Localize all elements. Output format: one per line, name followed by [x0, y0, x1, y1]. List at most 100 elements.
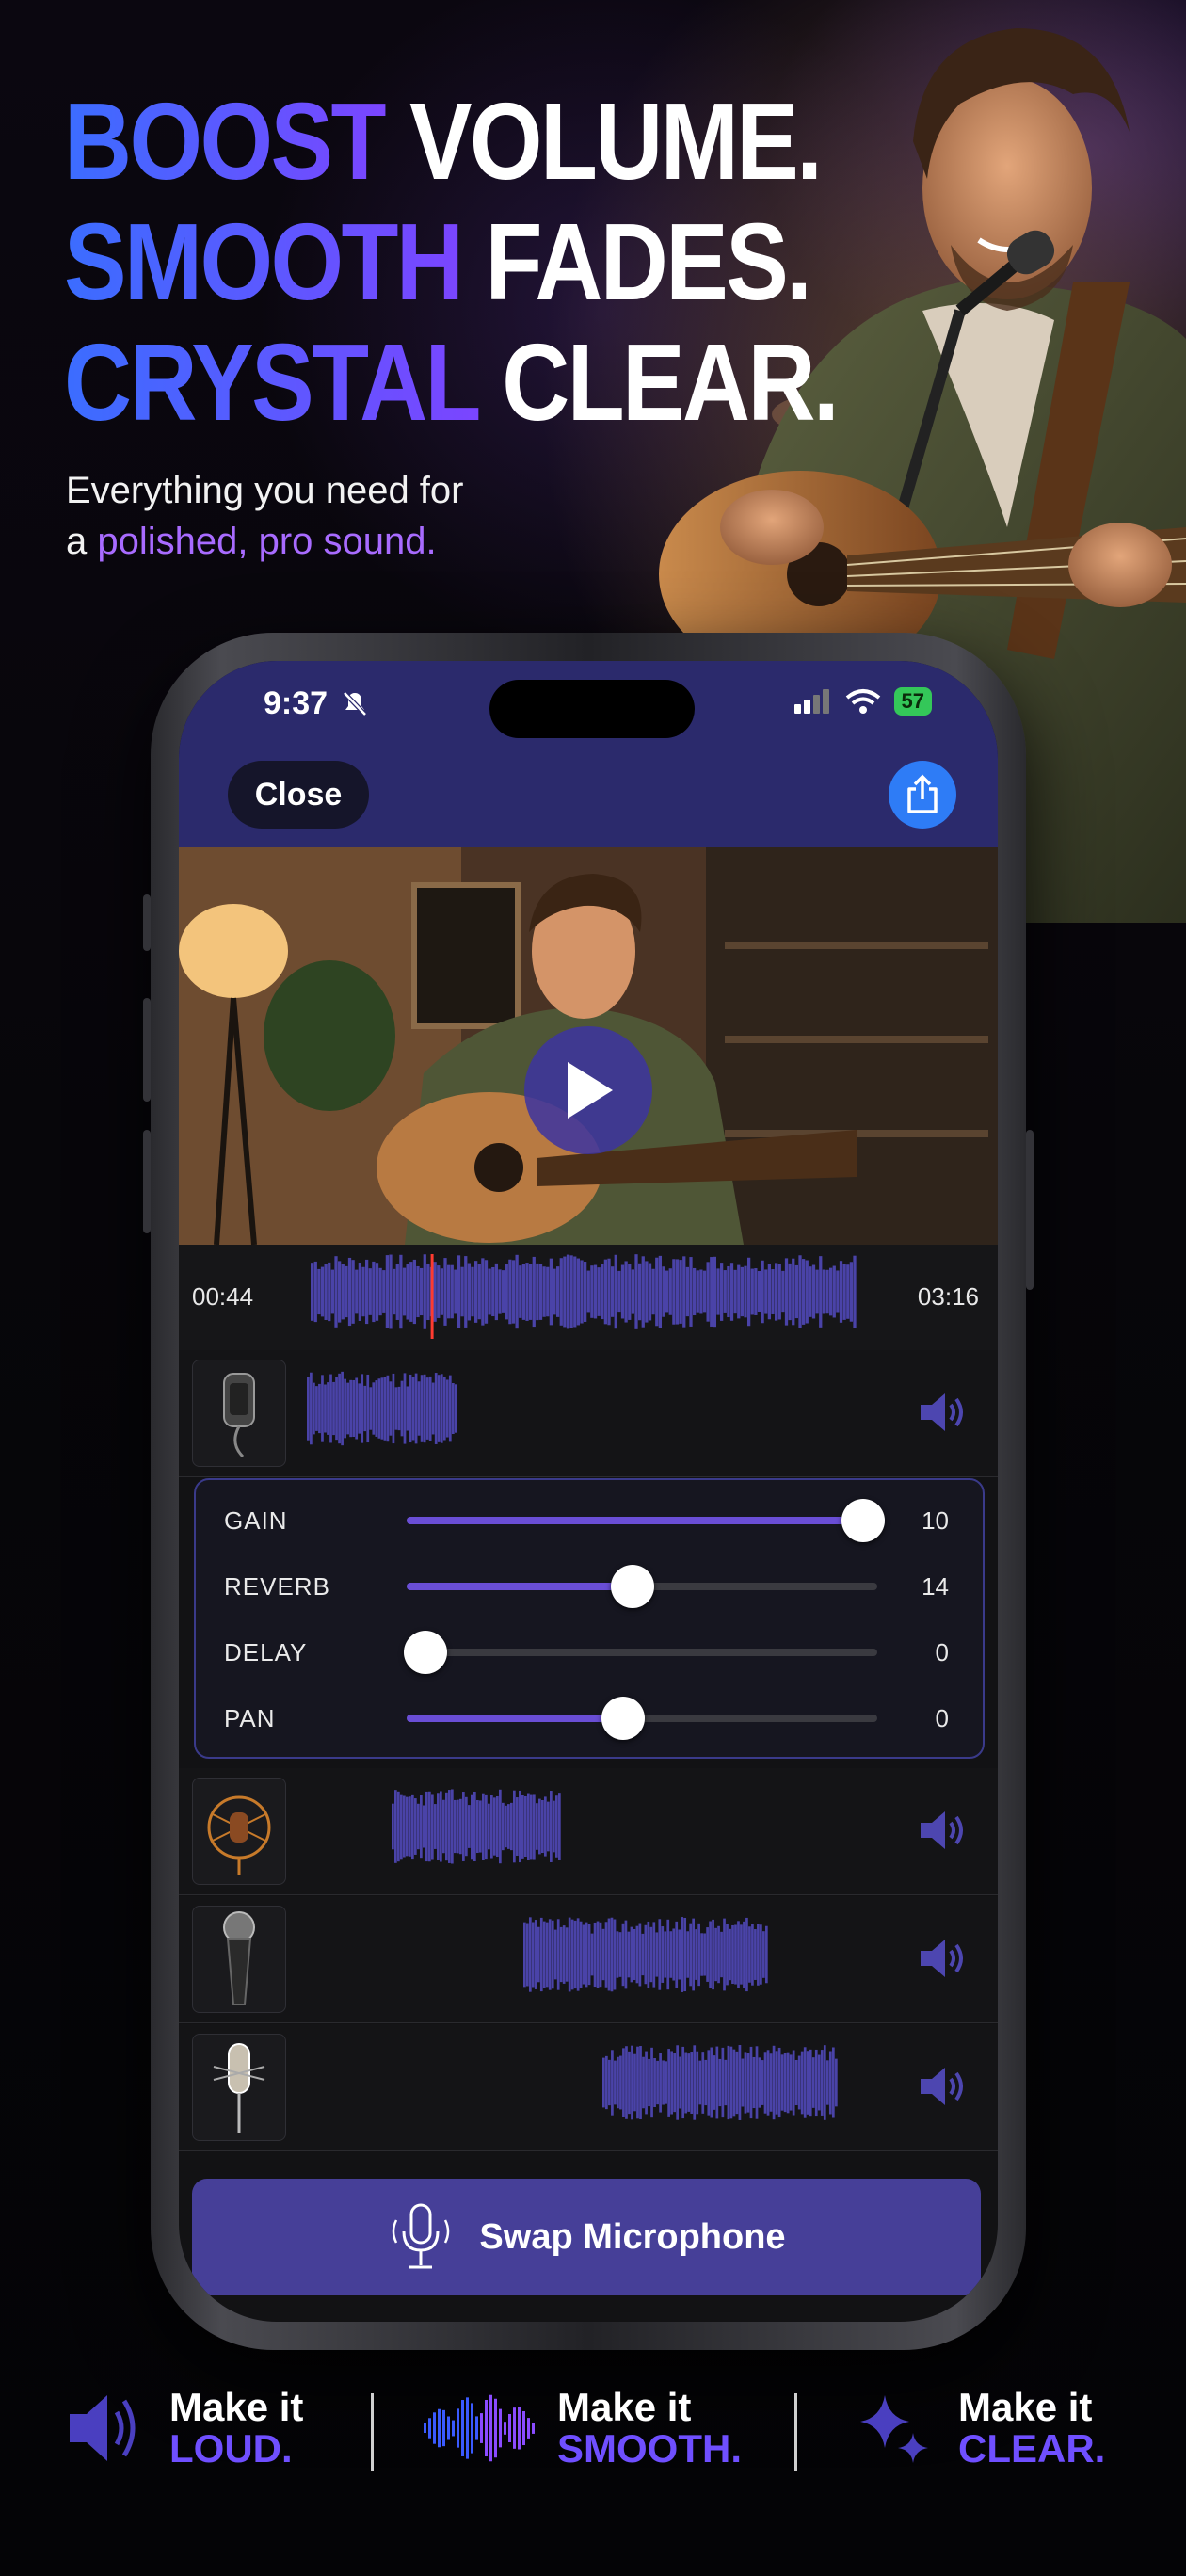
speaker-icon[interactable]	[917, 1392, 970, 1433]
phone-action-button	[143, 894, 151, 951]
pan-slider[interactable]	[407, 1697, 877, 1740]
track-waveform[interactable]	[523, 1917, 768, 2002]
play-icon	[568, 1062, 613, 1119]
battery-indicator: 57	[893, 687, 932, 716]
track-row-2[interactable]	[179, 1768, 998, 1895]
swap-microphone-label: Swap Microphone	[479, 2216, 786, 2257]
status-time: 9:37	[264, 685, 369, 722]
master-waveform[interactable]	[311, 1254, 857, 1339]
phone-power-button	[1026, 1130, 1034, 1290]
slider-knob[interactable]	[611, 1565, 654, 1608]
headline-accent-crystal: CRYSTAL	[64, 321, 481, 443]
handheld-mic-icon	[223, 1911, 255, 2005]
feature-line-2: SMOOTH.	[557, 2426, 742, 2471]
video-preview[interactable]	[179, 847, 998, 1245]
speaker-icon[interactable]	[917, 1810, 970, 1851]
current-time: 00:44	[192, 1282, 254, 1311]
subtitle-line-2: a polished, pro sound.	[66, 516, 463, 567]
headline-line-2: SMOOTH FADES.	[64, 201, 837, 322]
slider-fill	[407, 1517, 863, 1524]
headline-accent-boost: BOOST	[64, 80, 388, 202]
delay-slider[interactable]	[404, 1631, 877, 1674]
headline: BOOST VOLUME. SMOOTH FADES. CRYSTAL CLEA…	[64, 81, 963, 443]
feature-text: Make it CLEAR.	[958, 2387, 1105, 2470]
effect-value: 0	[935, 1704, 949, 1732]
subtitle: Everything you need for a polished, pro …	[66, 465, 463, 567]
track-waveform[interactable]	[602, 2045, 838, 2130]
app-screen: 9:37 57 Close 00:44 03:16 GAIN 10 REVERB…	[179, 661, 998, 2322]
slider-knob[interactable]	[404, 1631, 447, 1674]
feature-line-1: Make it	[169, 2385, 304, 2429]
close-button[interactable]: Close	[228, 761, 369, 829]
track-row-4[interactable]	[179, 2024, 998, 2151]
headline-line-1: BOOST VOLUME.	[64, 81, 837, 201]
feature-smooth: Make it SMOOTH.	[424, 2376, 742, 2480]
gain-slider[interactable]	[407, 1499, 885, 1542]
speaker-icon	[70, 2395, 136, 2461]
effect-value: 0	[935, 1638, 949, 1666]
track-thumbnail-3[interactable]	[192, 1906, 286, 2013]
effect-label: GAIN	[224, 1506, 288, 1535]
dynamic-island	[489, 680, 695, 738]
feature-divider	[371, 2393, 374, 2471]
track-thumbnail-1[interactable]	[192, 1360, 286, 1467]
status-time-text: 9:37	[264, 685, 329, 721]
effect-row: REVERB 14	[196, 1552, 983, 1618]
status-icons: 57	[793, 687, 932, 716]
speaker-icon[interactable]	[917, 2066, 970, 2107]
play-button[interactable]	[524, 1026, 652, 1154]
playhead[interactable]	[430, 1254, 434, 1339]
track-waveform[interactable]	[392, 1789, 561, 1874]
sparkles-icon	[860, 2395, 928, 2463]
feature-divider	[794, 2393, 797, 2471]
feature-line-2: CLEAR.	[958, 2426, 1106, 2471]
effect-value: 10	[922, 1506, 949, 1535]
feature-text: Make it LOUD.	[169, 2387, 303, 2470]
effect-label: REVERB	[224, 1572, 330, 1601]
feature-loud: Make it LOUD.	[64, 2376, 303, 2480]
subtitle-accent: polished, pro sound.	[97, 521, 437, 562]
slider-knob[interactable]	[601, 1697, 645, 1740]
reverb-slider[interactable]	[407, 1565, 877, 1608]
track-waveform[interactable]	[307, 1371, 457, 1456]
share-button[interactable]	[889, 761, 956, 829]
effect-row: GAIN 10	[196, 1486, 983, 1552]
feature-text: Make it SMOOTH.	[557, 2387, 742, 2470]
headline-line-3: CRYSTAL CLEAR.	[64, 321, 840, 443]
headline-rest-clear: CLEAR.	[502, 321, 839, 443]
subtitle-line-1: Everything you need for	[66, 470, 464, 511]
cellular-signal-icon	[793, 689, 829, 714]
track-row-1[interactable]	[179, 1350, 998, 1477]
wifi-icon	[845, 689, 880, 714]
headline-rest-volume: VOLUME.	[409, 80, 823, 202]
feature-line-2: LOUD.	[169, 2426, 293, 2471]
phone-volume-up-button	[143, 998, 151, 1102]
effect-value: 14	[922, 1572, 949, 1601]
total-time: 03:16	[917, 1282, 979, 1311]
effect-row: DELAY 0	[196, 1618, 983, 1683]
top-bar: 9:37 57 Close	[179, 661, 998, 847]
features-row: Make it LOUD. Make it SMOOTH. Make it CL…	[0, 2376, 1186, 2480]
feature-line-1: Make it	[958, 2385, 1093, 2429]
slider-fill	[407, 1715, 623, 1722]
track-row-3[interactable]	[179, 1896, 998, 2023]
slider-fill	[407, 1583, 633, 1590]
subtitle-prefix: a	[66, 521, 88, 562]
swap-microphone-button[interactable]: Swap Microphone	[192, 2179, 981, 2295]
phone-volume-down-button	[143, 1130, 151, 1233]
feature-clear: Make it CLEAR.	[853, 2376, 1105, 2480]
headline-rest-fades: FADES.	[485, 201, 811, 323]
effect-row: PAN 0	[196, 1683, 983, 1749]
track-thumbnail-4[interactable]	[192, 2034, 286, 2141]
bell-muted-icon	[342, 691, 367, 716]
track-thumbnail-2[interactable]	[192, 1778, 286, 1885]
effects-panel: GAIN 10 REVERB 14 DELAY 0 PAN 0	[194, 1478, 985, 1759]
timeline-scrubber[interactable]: 00:44 03:16	[179, 1245, 998, 1351]
slider-knob[interactable]	[841, 1499, 885, 1542]
effect-label: PAN	[224, 1704, 276, 1732]
studio-mic-icon	[213, 2043, 265, 2133]
speaker-icon[interactable]	[917, 1938, 970, 1979]
headline-accent-smooth: SMOOTH	[64, 201, 464, 323]
condenser-mic-icon	[207, 1795, 271, 1875]
feature-line-1: Make it	[557, 2385, 692, 2429]
